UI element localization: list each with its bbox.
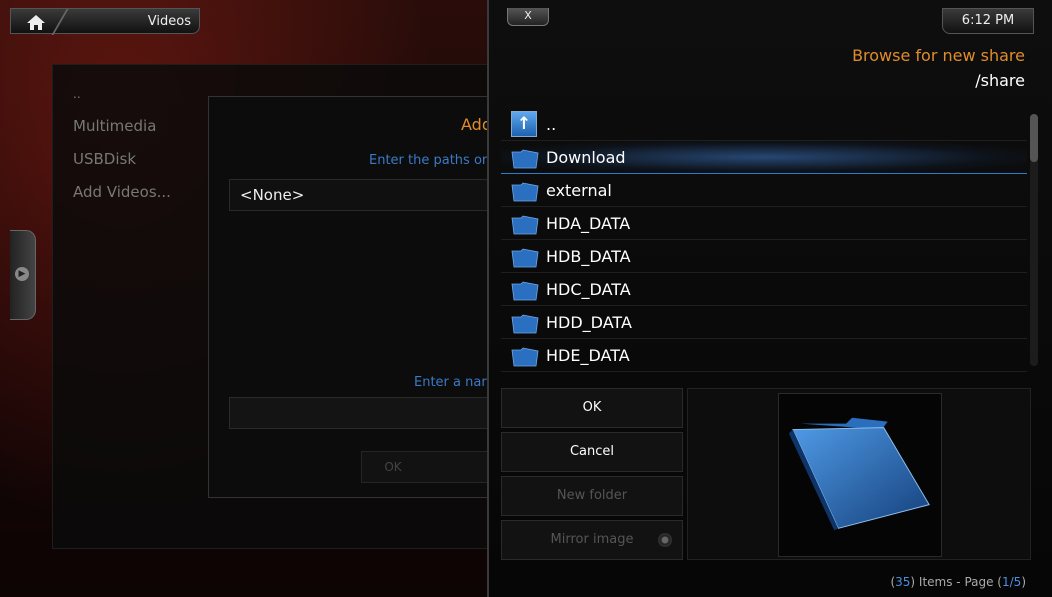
list-scrollbar[interactable]	[1030, 114, 1038, 366]
source-name-field[interactable]	[229, 397, 497, 429]
list-item-hdb-data[interactable]: HDB_DATA	[501, 240, 1027, 273]
file-name: HDA_DATA	[546, 214, 631, 233]
large-folder-icon	[788, 417, 930, 531]
list-item-parent-dir[interactable]: ↑ ..	[501, 108, 1027, 141]
header-title: Videos	[147, 14, 191, 29]
file-name: HDB_DATA	[546, 247, 631, 266]
file-name: HDC_DATA	[546, 280, 631, 299]
add-dialog-ok-button[interactable]: OK	[361, 451, 497, 483]
new-folder-button[interactable]: New folder	[501, 476, 683, 516]
list-item-hdc-data[interactable]: HDC_DATA	[501, 273, 1027, 306]
folder-icon	[511, 314, 539, 334]
page-indicator: 1/5	[1002, 575, 1022, 589]
folder-list: ↑ .. Download external HDA_DATA HDB_DATA…	[501, 108, 1027, 372]
list-item-external[interactable]: external	[501, 174, 1027, 207]
folder-icon	[511, 149, 539, 169]
file-name: Download	[546, 148, 626, 167]
list-item-hdd-data[interactable]: HDD_DATA	[501, 306, 1027, 339]
folder-icon	[511, 215, 539, 235]
list-item-hda-data[interactable]: HDA_DATA	[501, 207, 1027, 240]
list-item-parent[interactable]: ..	[73, 87, 81, 101]
side-menu-arrow-icon: ▶	[15, 267, 29, 281]
footer-items-text: ) Items - Page (	[910, 575, 1002, 589]
file-name: ..	[546, 115, 557, 134]
browse-share-dialog: X 6:12 PM Browse for new share /share ↑ …	[487, 0, 1052, 597]
footer-suffix: )	[1021, 575, 1026, 589]
folder-icon	[511, 347, 539, 367]
source-path-field[interactable]: <None>	[229, 179, 497, 211]
up-arrow-icon: ↑	[511, 111, 537, 137]
add-dialog-description: Enter the paths or	[369, 153, 488, 168]
mirror-image-label: Mirror image	[550, 532, 634, 547]
list-item-add-videos[interactable]: Add Videos...	[73, 183, 171, 201]
radio-icon	[658, 533, 672, 547]
item-count: 35	[895, 575, 911, 589]
list-item-multimedia[interactable]: Multimedia	[73, 117, 156, 135]
folder-icon	[511, 182, 539, 202]
thumbnail-preview	[687, 388, 1031, 560]
source-name-label: Enter a nar	[414, 375, 487, 390]
file-name: HDD_DATA	[546, 313, 632, 332]
file-name: external	[546, 181, 612, 200]
home-icon[interactable]	[25, 13, 47, 31]
scroll-thumb[interactable]	[1030, 114, 1038, 162]
ok-button[interactable]: OK	[501, 388, 683, 428]
item-count-footer: (35) Items - Page (1/5)	[890, 575, 1026, 589]
list-item-download[interactable]: Download	[501, 141, 1027, 174]
mirror-image-toggle[interactable]: Mirror image	[501, 520, 683, 560]
add-video-source-dialog: Add Enter the paths or <None> Enter a na…	[208, 96, 498, 498]
current-path: /share	[975, 71, 1025, 90]
file-name: HDE_DATA	[546, 346, 630, 365]
folder-icon	[511, 281, 539, 301]
folder-icon	[511, 248, 539, 268]
cancel-button[interactable]: Cancel	[501, 432, 683, 472]
thumbnail-frame	[778, 393, 942, 557]
header-separator	[51, 9, 69, 35]
dialog-title: Browse for new share	[852, 46, 1025, 65]
list-item-usbdisk[interactable]: USBDisk	[73, 150, 136, 168]
close-button[interactable]: X	[507, 8, 549, 26]
side-menu-tab[interactable]: ▶	[10, 230, 36, 320]
header-bar: Videos	[10, 8, 200, 35]
list-item-hde-data[interactable]: HDE_DATA	[501, 339, 1027, 372]
clock: 6:12 PM	[942, 8, 1034, 34]
